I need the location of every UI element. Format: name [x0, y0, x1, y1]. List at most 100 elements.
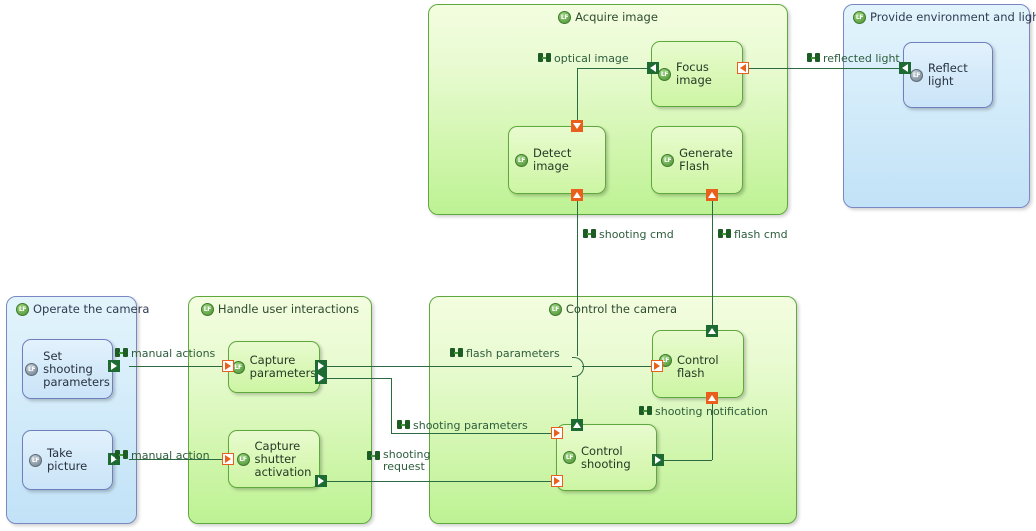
lf-icon	[515, 153, 528, 167]
exchange-label-text: shooting notification	[655, 405, 768, 418]
lf-icon	[25, 362, 39, 376]
port-control-shooting-out-shooting-notification[interactable]	[652, 454, 664, 466]
lf-icon	[558, 10, 572, 24]
exchange-icon	[807, 53, 820, 62]
function-label: Control flash	[677, 353, 719, 380]
port-control-flash-in-flash-parameters[interactable]	[651, 360, 663, 372]
connector-shooting-parameters-h2	[391, 433, 555, 434]
exchange-label-shooting-notification: shooting notification	[639, 406, 768, 418]
function-set-shooting-parameters[interactable]: Set shooting parameters	[22, 339, 113, 399]
connector-shooting-request	[327, 481, 555, 482]
function-detect-image[interactable]: Detect image	[508, 126, 606, 194]
container-title-provide-environment: Provide environment and light	[844, 10, 1036, 24]
lf-icon	[200, 302, 214, 316]
exchange-label-text: shooting parameters	[413, 419, 528, 432]
container-handle-user-interactions[interactable]: Handle user interactions	[188, 296, 372, 524]
exchange-label-optical-image: optical image	[538, 53, 629, 65]
connector-shooting-parameters-h1	[327, 378, 391, 379]
function-label: Generate Flash	[679, 146, 733, 173]
lf-icon	[29, 453, 42, 467]
exchange-icon	[115, 348, 128, 357]
connector-shooting-cmd-v1	[577, 196, 578, 356]
lf-icon	[853, 10, 866, 24]
triangle-up-icon	[573, 192, 581, 198]
lf-icon	[548, 302, 562, 316]
function-take-picture[interactable]: Take picture	[22, 430, 113, 490]
exchange-icon	[450, 348, 463, 357]
container-title-acquire-image: Acquire image	[429, 10, 787, 24]
function-focus-image[interactable]: Focus image	[651, 41, 743, 107]
port-capture-parameters-in-manual-actions[interactable]	[222, 360, 234, 372]
triangle-right-icon	[654, 362, 660, 370]
function-control-flash[interactable]: Control flash	[652, 330, 744, 398]
port-capture-shutter-out-shooting-request[interactable]	[315, 475, 327, 487]
function-label: Capture shutter activation	[254, 438, 312, 479]
exchange-icon	[115, 450, 128, 459]
exchange-label-text: shooting cmd	[599, 228, 674, 241]
triangle-left-icon	[740, 64, 746, 72]
connector-shooting-cmd-v2	[577, 376, 578, 425]
triangle-up-icon	[708, 328, 716, 334]
triangle-right-icon	[318, 362, 324, 370]
container-title-handle-user-interactions: Handle user interactions	[189, 302, 371, 316]
triangle-right-icon	[655, 456, 661, 464]
port-capture-parameters-out-shooting-parameters[interactable]	[315, 372, 327, 384]
port-control-flash-in-shooting-notification[interactable]	[706, 392, 718, 404]
connector-manual-actions	[129, 366, 227, 367]
exchange-label-shooting-parameters: shooting parameters	[397, 420, 528, 432]
exchange-label-text: manual action	[131, 449, 210, 462]
lf-icon	[910, 68, 923, 82]
container-title-operate-the-camera: Operate the camera	[7, 302, 149, 316]
exchange-icon	[367, 451, 380, 460]
connector-shooting-parameters-v	[391, 378, 392, 433]
container-label: Operate the camera	[33, 302, 150, 316]
port-control-shooting-in-shooting-parameters[interactable]	[551, 427, 563, 439]
port-focus-image-in-reflected-light[interactable]	[737, 62, 749, 74]
triangle-down-icon	[573, 123, 581, 129]
exchange-label-shooting-cmd: shooting cmd	[583, 229, 674, 241]
exchange-icon	[538, 53, 551, 62]
exchange-label-text: shooting request	[383, 448, 431, 473]
port-control-shooting-in-shooting-cmd[interactable]	[571, 419, 583, 431]
container-label: Acquire image	[575, 10, 658, 24]
exchange-label-shooting-request: shooting request	[367, 449, 431, 473]
function-label: Focus image	[676, 60, 712, 87]
exchange-icon	[718, 229, 731, 238]
port-capture-parameters-out-flash-parameters[interactable]	[315, 360, 327, 372]
exchange-icon	[583, 229, 596, 238]
function-capture-parameters[interactable]: Capture parameters	[228, 341, 320, 393]
port-detect-image-in-optical-image[interactable]	[571, 120, 583, 132]
exchange-label-flash-cmd: flash cmd	[718, 229, 788, 241]
function-control-shooting[interactable]: Control shooting	[556, 424, 657, 491]
lf-icon	[563, 451, 576, 464]
function-generate-flash[interactable]: Generate Flash	[651, 126, 743, 194]
port-detect-image-out-shooting-cmd[interactable]	[571, 189, 583, 201]
function-capture-shutter-activation[interactable]: Capture shutter activation	[228, 430, 320, 488]
diagram-canvas: Acquire image Provide environment and li…	[0, 0, 1036, 531]
triangle-right-icon	[318, 477, 324, 485]
function-label: Detect image	[533, 146, 572, 173]
port-reflect-light-out-reflected-light[interactable]	[899, 62, 911, 74]
exchange-label-text: flash parameters	[466, 347, 560, 360]
triangle-right-icon	[554, 429, 560, 437]
exchange-label-text: flash cmd	[734, 228, 788, 241]
port-capture-shutter-in-manual-action[interactable]	[222, 453, 234, 465]
port-control-shooting-in-shooting-request[interactable]	[551, 475, 563, 487]
exchange-icon	[397, 420, 410, 429]
triangle-up-icon	[573, 422, 581, 428]
port-focus-image-in-optical-image[interactable]	[647, 62, 659, 74]
exchange-label-manual-action: manual action	[115, 450, 210, 462]
triangle-right-icon	[111, 362, 117, 370]
port-control-flash-out-flash-cmd[interactable]	[706, 325, 718, 337]
triangle-right-icon	[318, 374, 324, 382]
lf-icon	[661, 153, 675, 167]
port-set-shooting-parameters-out-manual-actions[interactable]	[108, 360, 120, 372]
connector-optical-image-h	[577, 68, 653, 69]
lf-icon	[236, 452, 250, 466]
function-reflect-light[interactable]: Reflect light	[903, 42, 993, 108]
connector-optical-image-v	[577, 68, 578, 123]
container-label: Control the camera	[565, 302, 678, 316]
port-generate-flash-out-flash-cmd[interactable]	[706, 189, 718, 201]
triangle-right-icon	[225, 455, 231, 463]
triangle-left-icon	[650, 64, 656, 72]
